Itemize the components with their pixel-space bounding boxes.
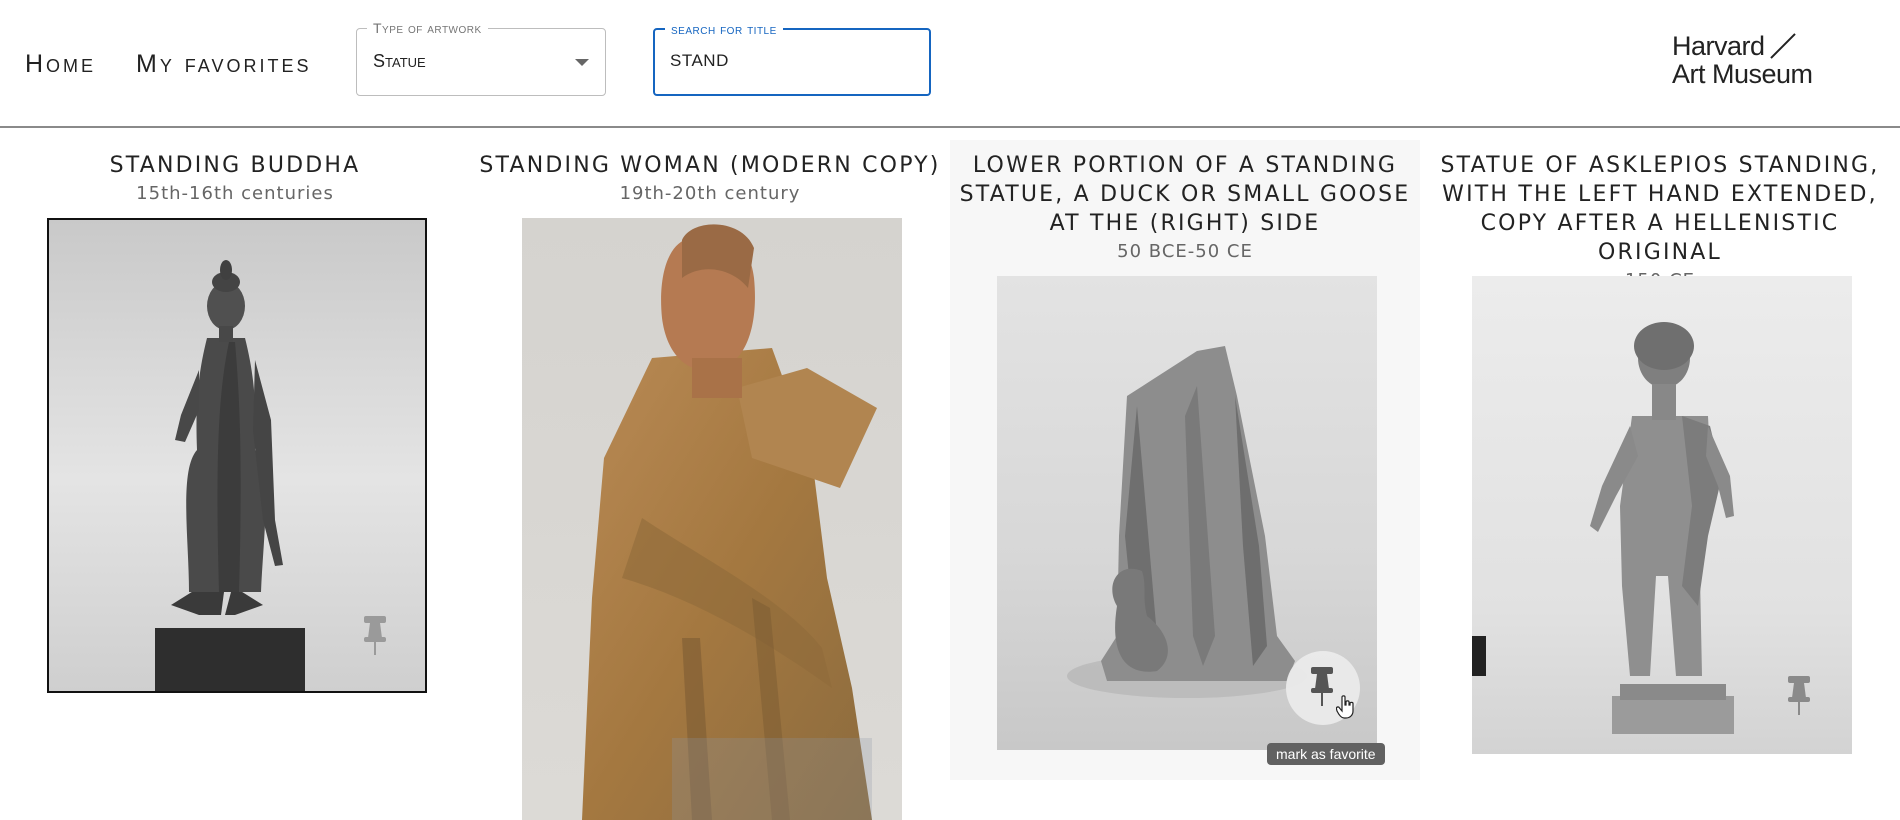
artwork-date: 50 BCE-50 CE: [1117, 241, 1253, 262]
standing-woman-image: [582, 224, 877, 820]
artwork-date: 15th-16th centuries: [136, 183, 334, 204]
hand-pointer-icon: [1336, 695, 1354, 719]
harvard-art-museum-logo: Harvard Art Museum: [1672, 32, 1842, 92]
artwork-title: Statue of Asklepios Standing, with the L…: [1440, 153, 1880, 265]
nav-home-link[interactable]: Home: [25, 50, 96, 79]
artwork-image[interactable]: [522, 218, 902, 820]
artwork-card[interactable]: Standing Buddha 15th-16th centuries: [0, 140, 470, 204]
artwork-title: Standing Buddha: [109, 153, 361, 178]
pushpin-icon[interactable]: [364, 616, 386, 656]
artwork-type-value: Statue: [373, 51, 426, 71]
artwork-title: Lower Portion of a Standing Statue, a Du…: [959, 153, 1411, 236]
artwork-date: 19th-20th century: [619, 183, 801, 204]
title-search-value[interactable]: STAND: [670, 51, 729, 71]
app-header: Home My favorites Type of artwork Statue…: [0, 0, 1900, 128]
favorite-tooltip: mark as favorite: [1267, 743, 1385, 765]
artwork-type-select[interactable]: Type of artwork Statue: [356, 20, 606, 96]
artwork-card[interactable]: Standing Woman (Modern Copy) 19th-20th c…: [475, 140, 945, 204]
artwork-title: Standing Woman (Modern Copy): [479, 153, 941, 178]
artwork-type-label: Type of artwork: [367, 20, 488, 36]
logo-line-1: Harvard: [1672, 31, 1765, 61]
title-search-label: search for title: [665, 21, 783, 37]
nav-favorites-link[interactable]: My favorites: [136, 50, 311, 79]
caret-down-icon[interactable]: [575, 59, 589, 66]
pushpin-icon[interactable]: [1311, 667, 1333, 707]
pushpin-icon[interactable]: [1788, 676, 1810, 716]
title-search-input[interactable]: search for title STAND: [653, 21, 931, 96]
artwork-card[interactable]: Statue of Asklepios Standing, with the L…: [1425, 140, 1895, 291]
logo-line-2: Art Museum: [1672, 59, 1813, 89]
